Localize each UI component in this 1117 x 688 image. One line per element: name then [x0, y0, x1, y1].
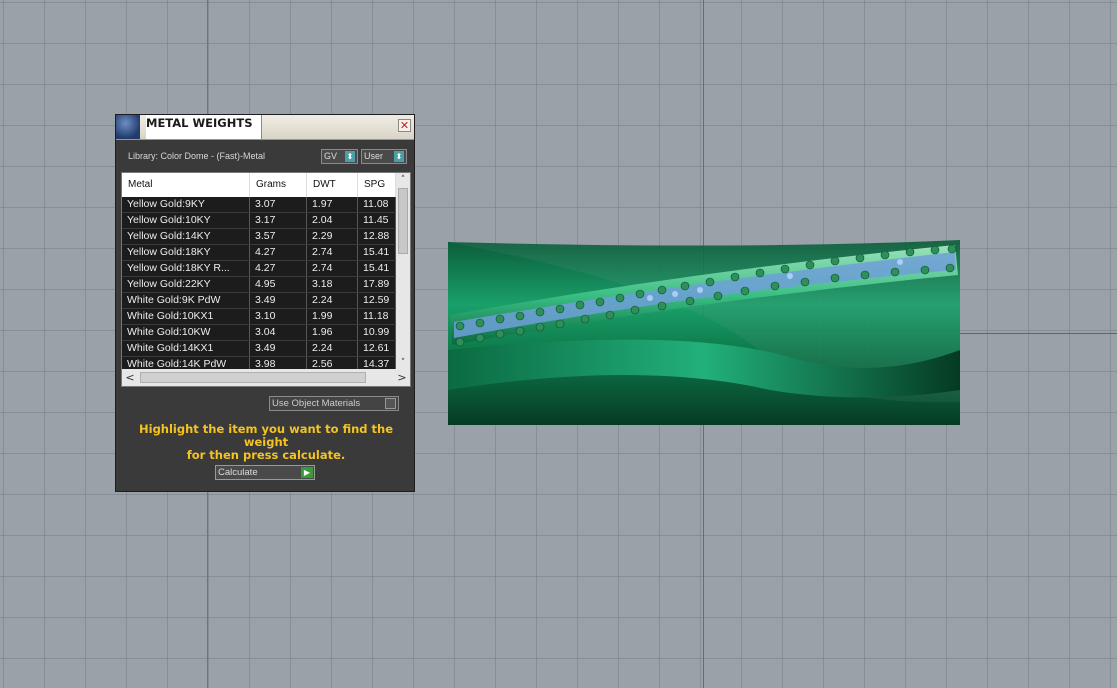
scroll-up-icon[interactable]: ˄	[396, 173, 410, 187]
table-cell: 3.10	[250, 309, 307, 324]
use-object-materials-toggle[interactable]: Use Object Materials	[269, 396, 399, 411]
column-header-dwt[interactable]: DWT	[307, 173, 358, 197]
user-dropdown-label: User	[364, 151, 384, 161]
table-cell: White Gold:9K PdW	[122, 293, 250, 308]
table-cell: 3.07	[250, 197, 307, 212]
instruction-text: Highlight the item you want to find the …	[130, 423, 402, 462]
scroll-right-icon[interactable]: >	[395, 369, 409, 386]
app-logo-icon	[116, 115, 140, 139]
table-row[interactable]: White Gold:14KX1 3.49 2.24 12.61	[122, 341, 396, 357]
table-cell: 12.61	[358, 341, 396, 356]
table-cell: 11.45	[358, 213, 396, 228]
column-header-grams[interactable]: Grams	[250, 173, 307, 197]
table-cell: 3.04	[250, 325, 307, 340]
table-row[interactable]: Yellow Gold:10KY 3.17 2.04 11.45	[122, 213, 396, 229]
dialog-titlebar[interactable]: METAL WEIGHTS ✕	[116, 115, 414, 140]
table-cell: 4.27	[250, 245, 307, 260]
table-cell: Yellow Gold:22KY	[122, 277, 250, 292]
checkbox-icon[interactable]	[385, 398, 396, 409]
metal-table[interactable]: Metal Grams DWT SPG Yellow Gold:9KY 3.07 1…	[121, 172, 411, 387]
calculate-button[interactable]: Calculate ▶	[215, 465, 315, 480]
scroll-down-icon[interactable]: ˅	[396, 356, 410, 370]
gv-dropdown-label: GV	[324, 151, 338, 161]
table-cell: 1.99	[307, 309, 358, 324]
library-label: Library: Color Dome - (Fast)-Metal	[128, 151, 266, 161]
horizontal-scrollbar[interactable]: < >	[122, 369, 410, 386]
table-cell: 3.49	[250, 293, 307, 308]
table-row[interactable]: Yellow Gold:18KY R... 4.27 2.74 15.41	[122, 261, 396, 277]
table-cell: 2.74	[307, 261, 358, 276]
dialog-title: METAL WEIGHTS	[146, 115, 262, 139]
instruction-line-1: Highlight the item you want to find the …	[139, 422, 393, 449]
table-cell: 1.97	[307, 197, 358, 212]
table-cell: 15.41	[358, 261, 396, 276]
table-row[interactable]: White Gold:10KW 3.04 1.96 10.99	[122, 325, 396, 341]
table-cell: 3.49	[250, 341, 307, 356]
x-axis-line	[960, 333, 1117, 334]
table-cell: 2.29	[307, 229, 358, 244]
table-cell: 10.99	[358, 325, 396, 340]
table-cell: 3.18	[307, 277, 358, 292]
table-cell: Yellow Gold:14KY	[122, 229, 250, 244]
use-object-materials-label: Use Object Materials	[272, 398, 361, 409]
ring-model[interactable]	[440, 230, 970, 435]
table-row[interactable]: White Gold:9K PdW 3.49 2.24 12.59	[122, 293, 396, 309]
table-cell: Yellow Gold:18KY	[122, 245, 250, 260]
table-cell: 3.17	[250, 213, 307, 228]
table-cell: 12.59	[358, 293, 396, 308]
close-button[interactable]: ✕	[398, 119, 411, 132]
table-cell: 4.95	[250, 277, 307, 292]
table-cell: Yellow Gold:10KY	[122, 213, 250, 228]
table-row[interactable]: Yellow Gold:9KY 3.07 1.97 11.08	[122, 197, 396, 213]
column-header-spg[interactable]: SPG	[358, 173, 396, 197]
table-cell: Yellow Gold:18KY R...	[122, 261, 250, 276]
table-cell: 2.24	[307, 293, 358, 308]
table-cell: 3.57	[250, 229, 307, 244]
dropdown-arrow-icon: ⬍	[345, 151, 355, 162]
scroll-left-icon[interactable]: <	[123, 369, 137, 386]
table-cell: 2.24	[307, 341, 358, 356]
table-cell: 1.96	[307, 325, 358, 340]
play-arrow-icon: ▶	[301, 467, 313, 478]
metal-weights-dialog: METAL WEIGHTS ✕ Library: Color Dome - (F…	[115, 114, 415, 492]
titlebar-divider	[261, 117, 262, 137]
dropdown-arrow-icon: ⬍	[394, 151, 404, 162]
table-cell: Yellow Gold:9KY	[122, 197, 250, 212]
calculate-label: Calculate	[218, 467, 258, 478]
table-body: Yellow Gold:9KY 3.07 1.97 11.08 Yellow Gold:…	[122, 197, 396, 373]
table-cell: 4.27	[250, 261, 307, 276]
instruction-line-2: for then press calculate.	[186, 448, 346, 462]
table-cell: White Gold:10KW	[122, 325, 250, 340]
vertical-scrollbar[interactable]: ˄ ˅	[396, 173, 410, 370]
gv-dropdown[interactable]: GV ⬍	[321, 149, 358, 164]
table-cell: 17.89	[358, 277, 396, 292]
table-header: Metal Grams DWT SPG	[122, 173, 396, 197]
column-header-metal[interactable]: Metal	[122, 173, 250, 197]
table-cell: White Gold:14KX1	[122, 341, 250, 356]
table-row[interactable]: Yellow Gold:22KY 4.95 3.18 17.89	[122, 277, 396, 293]
table-cell: 12.88	[358, 229, 396, 244]
table-row[interactable]: Yellow Gold:18KY 4.27 2.74 15.41	[122, 245, 396, 261]
metal-grid: Metal Grams DWT SPG Yellow Gold:9KY 3.07 1…	[122, 173, 396, 373]
vertical-scroll-thumb[interactable]	[398, 188, 408, 254]
user-dropdown[interactable]: User ⬍	[361, 149, 407, 164]
table-cell: 11.18	[358, 309, 396, 324]
table-cell: 2.74	[307, 245, 358, 260]
table-cell: 11.08	[358, 197, 396, 212]
table-cell: 2.04	[307, 213, 358, 228]
horizontal-scroll-thumb[interactable]	[140, 372, 366, 383]
table-row[interactable]: Yellow Gold:14KY 3.57 2.29 12.88	[122, 229, 396, 245]
table-cell: White Gold:10KX1	[122, 309, 250, 324]
table-cell: 15.41	[358, 245, 396, 260]
table-row[interactable]: White Gold:10KX1 3.10 1.99 11.18	[122, 309, 396, 325]
